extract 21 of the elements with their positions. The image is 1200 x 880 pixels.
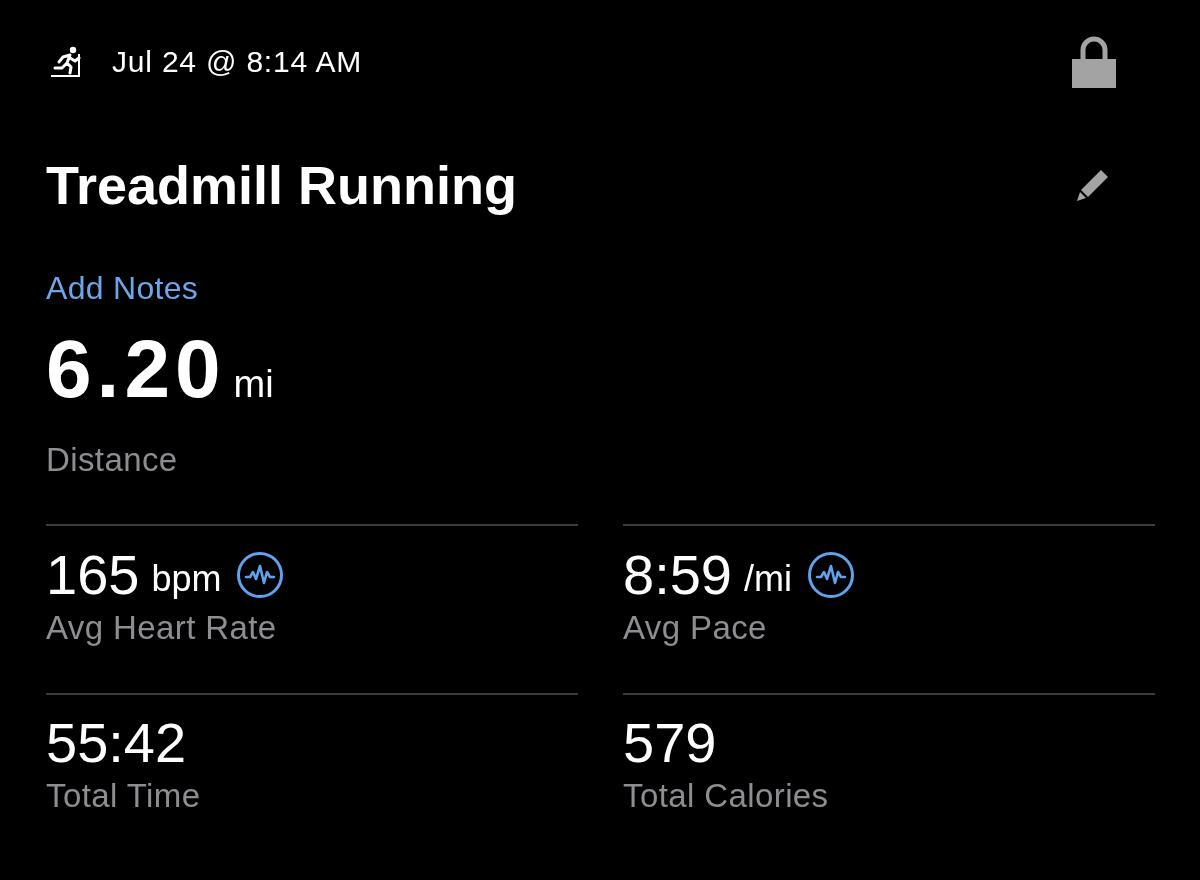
- stat-value: 165: [46, 545, 140, 605]
- distance-unit: mi: [233, 362, 274, 406]
- stat-value: 55:42: [46, 713, 187, 773]
- stat-value: 579: [623, 713, 717, 773]
- heartbeat-chart-icon[interactable]: [808, 552, 854, 598]
- stat-value: 8:59: [623, 545, 732, 605]
- stat-label: Total Time: [46, 776, 201, 816]
- lock-icon: [1072, 36, 1116, 88]
- add-notes-link[interactable]: Add Notes: [46, 268, 199, 308]
- heartbeat-chart-icon[interactable]: [237, 552, 284, 598]
- stat-label: Total Calories: [623, 776, 829, 816]
- stat-label: Avg Pace: [623, 608, 767, 648]
- edit-pencil-icon[interactable]: [1076, 168, 1110, 202]
- workout-title: Treadmill Running: [46, 154, 518, 217]
- distance-label: Distance: [46, 440, 178, 480]
- treadmill-runner-icon: [48, 46, 82, 78]
- workout-date: Jul 24 @ 8:14 AM: [112, 44, 363, 80]
- distance-value: 6.20: [46, 326, 226, 412]
- stat-unit: /mi: [744, 557, 792, 601]
- stat-unit: bpm: [151, 557, 222, 601]
- stat-label: Avg Heart Rate: [46, 608, 277, 648]
